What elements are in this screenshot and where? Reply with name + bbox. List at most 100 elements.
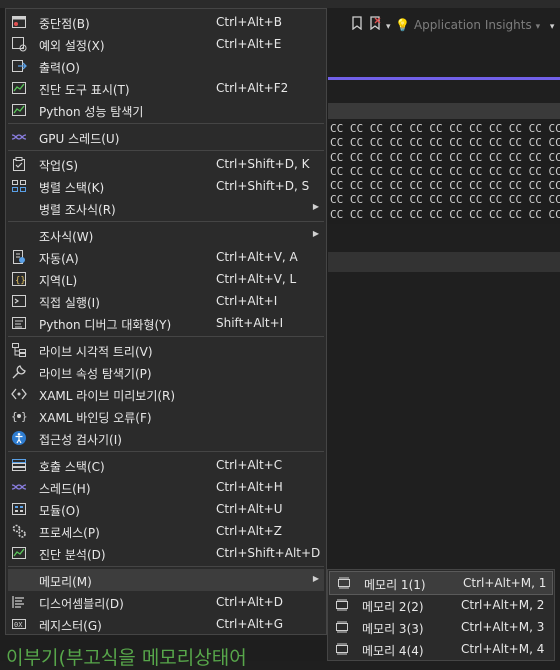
menu-item-label: 메모리(M) [39,575,92,589]
menu-item-watch[interactable]: 조사식(W) ▶ [6,224,326,246]
menu-item-label: Python 디버그 대화형(Y) [39,318,172,332]
submenu-item-label: 메모리 2(2) [362,600,424,614]
svg-text:0X: 0X [14,621,23,629]
menu-item-label: 디스어셈블리(D) [39,597,124,611]
processes-icon [11,523,27,539]
panel-header [328,252,560,272]
menu-item-label: 자동(A) [39,252,79,266]
menu-item-breakpoints[interactable]: 중단점(B) Ctrl+Alt+B [6,11,326,33]
threads-icon [11,479,27,495]
memory-row: CC CC CC CC CC CC CC CC CC CC CC CC CC [330,179,560,193]
menu-item-label: 중단점(B) [39,17,90,31]
memory-row: CC CC CC CC CC CC CC CC CC CC CC CC CC [330,164,560,178]
output-icon [11,58,27,74]
bookmark-icon[interactable] [350,16,364,34]
submenu-arrow-icon: ▶ [312,202,319,211]
document-tab-band [328,48,560,78]
menu-item-accessibility-checker[interactable]: 접근성 검사기(I) [6,427,326,449]
submenu-item-memory-2[interactable]: 메모리 2(2) Ctrl+Alt+M, 2 [328,594,554,616]
menu-item-xaml-binding-failures[interactable]: {} XAML 바인딩 오류(F) [6,405,326,427]
accessibility-icon [11,430,27,446]
menu-separator [8,150,324,151]
menu-item-diagnostic-analysis[interactable]: 진단 분석(D) Ctrl+Shift+Alt+D [6,542,326,564]
menu-item-diagnostic-tools[interactable]: 진단 도구 표시(T) Ctrl+Alt+F2 [6,77,326,99]
menu-item-parallel-watch[interactable]: 병렬 조사식(R) ▶ [6,197,326,219]
menu-item-shortcut: Ctrl+Alt+V, L [216,272,297,286]
toolbar-overflow-icon[interactable]: ▾ [550,22,555,32]
menu-item-shortcut: Ctrl+Shift+D, K [216,157,310,171]
menu-item-shortcut: Ctrl+Shift+Alt+D [216,546,321,560]
memory-submenu: 메모리 1(1) Ctrl+Alt+M, 1 메모리 2(2) Ctrl+Alt… [327,569,555,661]
memory-icon [334,597,350,613]
menu-item-label: 직접 실행(I) [39,296,100,310]
menu-item-output[interactable]: 출력(O) [6,55,326,77]
toolbar-dropdown-icon[interactable]: ▾ [386,22,391,32]
exception-settings-icon [11,36,27,52]
code-comment-text: 이부기(부고식을 메모리상태어 [6,647,247,669]
lightbulb-icon: 💡 [395,18,410,32]
menu-item-label: 프로세스(P) [39,526,100,540]
menu-item-label: 스레드(H) [39,482,91,496]
menu-item-shortcut: Ctrl+Alt+E [216,37,282,51]
menu-item-label: GPU 스레드(U) [39,132,120,146]
live-visual-tree-icon [11,342,27,358]
menu-separator [8,566,324,567]
menu-item-shortcut: Ctrl+Alt+G [216,617,284,631]
menu-item-processes[interactable]: 프로세스(P) Ctrl+Alt+Z [6,520,326,542]
menu-item-python-interactive[interactable]: Python 디버그 대화형(Y) Shift+Alt+I [6,312,326,334]
submenu-item-label: 메모리 3(3) [362,622,424,636]
menu-item-label: Python 성능 탐색기 [39,105,144,119]
submenu-item-memory-4[interactable]: 메모리 4(4) Ctrl+Alt+M, 4 [328,638,554,660]
active-tab-indicator [328,77,560,80]
menu-item-shortcut: Ctrl+Alt+B [216,15,282,29]
memory-row: CC CC CC CC CC CC CC CC CC CC CC CC CC [330,150,560,164]
menu-item-parallel-stacks[interactable]: 병렬 스택(K) Ctrl+Shift+D, S [6,175,326,197]
submenu-arrow-icon: ▶ [312,574,319,583]
menu-item-disassembly[interactable]: 디스어셈블리(D) Ctrl+Alt+D [6,591,326,613]
menu-item-shortcut: Ctrl+Alt+V, A [216,250,298,264]
menu-item-immediate[interactable]: 직접 실행(I) Ctrl+Alt+I [6,290,326,312]
menu-item-modules[interactable]: 모듈(O) Ctrl+Alt+U [6,498,326,520]
diagnostic-tools-icon [11,80,27,96]
menu-item-memory[interactable]: 메모리(M) ▶ [8,569,324,591]
menu-item-label: 라이브 속성 탐색기(P) [39,367,152,381]
menu-item-shortcut: Ctrl+Alt+H [216,480,283,494]
memory-row: CC CC CC CC CC CC CC CC CC CC CC CC CC [330,193,560,207]
bookmark-clear-icon[interactable] [368,16,382,34]
submenu-item-shortcut: Ctrl+Alt+M, 3 [461,620,545,634]
application-insights-button[interactable]: 💡 Application Insights ▾ ▾ [395,18,554,32]
menu-item-tasks[interactable]: 작업(S) Ctrl+Shift+D, K [6,153,326,175]
parallel-stacks-icon [11,178,27,194]
menu-item-locals[interactable]: {} 지역(L) Ctrl+Alt+V, L [6,268,326,290]
python-interactive-icon [11,315,27,331]
menu-item-registers[interactable]: 0X 레지스터(G) Ctrl+Alt+G [6,613,326,635]
menu-item-exception-settings[interactable]: 예외 설정(X) Ctrl+Alt+E [6,33,326,55]
memory-view[interactable]: CC CC CC CC CC CC CC CC CC CC CC CC CC C… [328,122,560,224]
menu-item-label: 지역(L) [39,274,78,288]
menu-item-label: 접근성 검사기(I) [39,433,122,447]
submenu-item-shortcut: Ctrl+Alt+M, 4 [461,642,545,656]
memory-window-header [328,103,560,119]
submenu-item-memory-3[interactable]: 메모리 3(3) Ctrl+Alt+M, 3 [328,616,554,638]
menu-item-python-performance[interactable]: Python 성능 탐색기 [6,99,326,121]
menu-item-shortcut: Ctrl+Alt+C [216,458,283,472]
menu-item-gpu-threads[interactable]: GPU 스레드(U) [6,126,326,148]
menu-item-label: 병렬 스택(K) [39,181,105,195]
menu-item-autos[interactable]: 자동(A) Ctrl+Alt+V, A [6,246,326,268]
menu-item-label: XAML 바인딩 오류(F) [39,411,152,425]
menu-item-xaml-live-preview[interactable]: XAML 라이브 미리보기(R) [6,383,326,405]
menu-item-live-property-explorer[interactable]: 라이브 속성 탐색기(P) [6,361,326,383]
menu-item-live-visual-tree[interactable]: 라이브 시각적 트리(V) [6,339,326,361]
memory-icon [336,575,352,591]
modules-icon [11,501,27,517]
submenu-item-memory-1[interactable]: 메모리 1(1) Ctrl+Alt+M, 1 [329,571,553,595]
menu-item-label: 호출 스택(C) [39,460,105,474]
python-performance-icon [11,102,27,118]
menu-item-label: 작업(S) [39,159,79,173]
menu-item-call-stack[interactable]: 호출 스택(C) Ctrl+Alt+C [6,454,326,476]
memory-icon [334,619,350,635]
chevron-down-icon: ▾ [535,22,541,32]
menu-item-threads[interactable]: 스레드(H) Ctrl+Alt+H [6,476,326,498]
menu-separator [8,336,324,337]
diagnostic-analysis-icon [11,545,27,561]
